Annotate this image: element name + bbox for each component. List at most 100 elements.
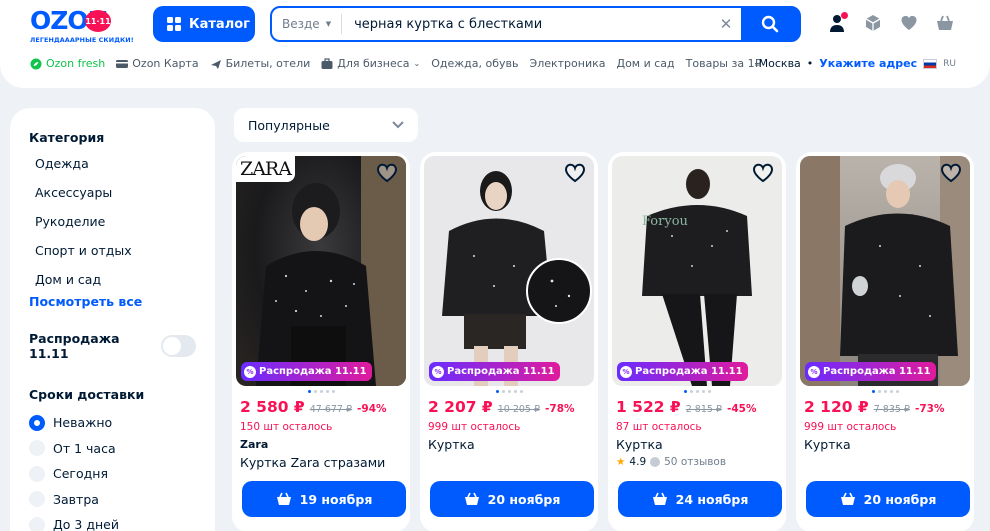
delivery-cart-button[interactable]: 24 ноября xyxy=(618,481,782,517)
image-pager[interactable] xyxy=(424,390,594,394)
category-item[interactable]: Дом и сад xyxy=(35,265,196,294)
search-input[interactable] xyxy=(342,16,711,32)
catalog-button[interactable]: Каталог xyxy=(153,6,255,42)
heart-icon[interactable] xyxy=(940,162,962,184)
delivery-date: 19 ноября xyxy=(299,491,373,507)
sale-toggle[interactable] xyxy=(160,335,196,357)
watermark: Foryou xyxy=(642,214,688,229)
nav-item-clothes[interactable]: Одежда, обувь xyxy=(431,57,518,70)
product-name[interactable]: Куртка xyxy=(428,437,594,452)
nav-item-electronics[interactable]: Электроника xyxy=(530,57,606,70)
profile-icon[interactable] xyxy=(828,12,848,32)
product-image[interactable]: Foryou % Распродажа 11.11 xyxy=(612,156,782,386)
search-button[interactable] xyxy=(741,8,799,40)
image-pager[interactable] xyxy=(236,390,406,394)
product-card[interactable]: Foryou % Распродажа 11.11 1 522 ₽ 2 815 ₽… xyxy=(608,152,786,531)
show-all-link[interactable]: Посмотреть все xyxy=(29,294,196,309)
address-link[interactable]: Укажите адрес xyxy=(819,57,917,70)
cart-icon[interactable] xyxy=(936,14,954,32)
discount: -45% xyxy=(726,403,757,415)
sort-value: Популярные xyxy=(248,117,330,133)
briefcase-icon xyxy=(321,57,333,69)
zara-logo: ZARA xyxy=(236,156,295,182)
delivery-option[interactable]: Неважно xyxy=(29,410,196,436)
city[interactable]: Москва xyxy=(759,57,801,70)
russia-flag-icon[interactable] xyxy=(923,58,938,69)
category-item[interactable]: Рукоделие xyxy=(35,207,196,236)
reviews-icon xyxy=(650,457,661,467)
nav-item-business[interactable]: Для бизнеса ⌄ xyxy=(321,57,420,70)
nav-item-one-ruble[interactable]: Товары за 1₽ xyxy=(686,57,762,70)
orders-icon[interactable] xyxy=(864,14,882,32)
delivery-cart-button[interactable]: 20 ноября xyxy=(806,481,970,517)
product-name[interactable]: Куртка xyxy=(616,437,782,452)
product-card[interactable]: % Распродажа 11.11 2 120 ₽ 7 835 ₽ -73% 9… xyxy=(796,152,974,531)
price-row: 1 522 ₽ 2 815 ₽ -45% xyxy=(616,398,782,416)
radio xyxy=(29,465,45,482)
radio xyxy=(29,491,45,508)
reviews-count: 50 отзывов xyxy=(664,456,727,468)
image-pager[interactable] xyxy=(800,390,970,394)
header: OZON 11·11 ЛЕГЕНДАААРНЫЕ СКИДКИ! Каталог… xyxy=(0,0,990,88)
sale-icon: % xyxy=(620,365,632,378)
heart-icon[interactable] xyxy=(752,162,774,184)
sale-filter: Распродажа 11.11 xyxy=(29,331,196,361)
clear-icon[interactable]: ✕ xyxy=(711,15,741,33)
product-image[interactable]: % Распродажа 11.11 xyxy=(800,156,970,386)
sale-badge: % Распродажа 11.11 xyxy=(617,362,748,381)
header-icons xyxy=(828,12,954,32)
price: 2 120 ₽ xyxy=(804,398,869,416)
product-name[interactable]: Куртка Zara стразами xyxy=(240,455,406,470)
category-item[interactable]: Спорт и отдых xyxy=(35,236,196,265)
sort-select[interactable]: Популярные xyxy=(234,108,418,142)
category-item[interactable]: Одежда xyxy=(35,149,196,178)
nav-item-ozon-fresh[interactable]: Ozon fresh xyxy=(30,57,105,70)
search-scope-select[interactable]: Везде ▼ xyxy=(272,14,343,34)
nav-item-tickets[interactable]: Билеты, отели xyxy=(210,57,310,70)
product-brand[interactable]: Zara xyxy=(240,438,406,451)
ozon-logo[interactable]: OZON 11·11 ЛЕГЕНДАААРНЫЕ СКИДКИ! xyxy=(30,6,138,44)
product-image[interactable]: ZARA % Распродажа 11.11 xyxy=(236,156,406,386)
logo-badge: 11·11 xyxy=(85,10,111,32)
rating-value: 4.9 xyxy=(629,456,647,468)
delivery-option-label: Завтра xyxy=(53,491,99,507)
sale-icon: % xyxy=(432,365,444,378)
sale-badge-label: Распродажа 11.11 xyxy=(447,366,555,377)
delivery-date: 20 ноября xyxy=(863,491,937,507)
location: Москва • Укажите адрес RU xyxy=(758,57,956,70)
old-price: 47 677 ₽ xyxy=(309,404,353,415)
delivery-title: Сроки доставки xyxy=(29,387,145,402)
filters-sidebar: Категория Одежда Аксессуары Рукоделие Сп… xyxy=(10,108,215,531)
price-row: 2 120 ₽ 7 835 ₽ -73% xyxy=(804,398,970,416)
delivery-option-label: До 3 дней xyxy=(53,517,119,531)
favorites-icon[interactable] xyxy=(900,14,918,32)
delivery-cart-button[interactable]: 19 ноября xyxy=(242,481,406,517)
category-item[interactable]: Аксессуары xyxy=(35,178,196,207)
product-name[interactable]: Куртка xyxy=(804,437,970,452)
chevron-down-icon xyxy=(392,121,404,129)
product-card[interactable]: % Распродажа 11.11 2 207 ₽ 10 205 ₽ -78% … xyxy=(420,152,598,531)
nav-item-label: Ozon fresh xyxy=(46,57,106,70)
delivery-option[interactable]: Завтра xyxy=(29,487,196,513)
stock-left: 87 шт осталось xyxy=(616,421,702,433)
nav-item-home[interactable]: Дом и сад xyxy=(616,57,674,70)
search-scope-label: Везде xyxy=(282,17,320,31)
card-icon xyxy=(116,59,129,68)
product-card[interactable]: ZARA % Распродажа 11.11 2 580 ₽ 47 677 ₽ … xyxy=(232,152,410,531)
image-pager[interactable] xyxy=(612,390,782,394)
sale-badge-label: Распродажа 11.11 xyxy=(635,366,743,377)
rating[interactable]: ★ 4.9 50 отзывов xyxy=(616,456,782,468)
heart-icon[interactable] xyxy=(376,162,398,184)
delivery-option[interactable]: До 3 дней xyxy=(29,512,196,531)
delivery-cart-button[interactable]: 20 ноября xyxy=(430,481,594,517)
product-image[interactable]: % Распродажа 11.11 xyxy=(424,156,594,386)
logo-tagline: ЛЕГЕНДАААРНЫЕ СКИДКИ! xyxy=(30,36,134,44)
price-row: 2 207 ₽ 10 205 ₽ -78% xyxy=(428,398,594,416)
language-label[interactable]: RU xyxy=(943,59,956,69)
nav-item-ozon-card[interactable]: Ozon Карта xyxy=(116,57,199,70)
search-icon xyxy=(761,15,779,33)
delivery-option[interactable]: Сегодня xyxy=(29,461,196,487)
delivery-date: 20 ноября xyxy=(487,491,561,507)
heart-icon[interactable] xyxy=(564,162,586,184)
delivery-option[interactable]: От 1 часа xyxy=(29,436,196,462)
